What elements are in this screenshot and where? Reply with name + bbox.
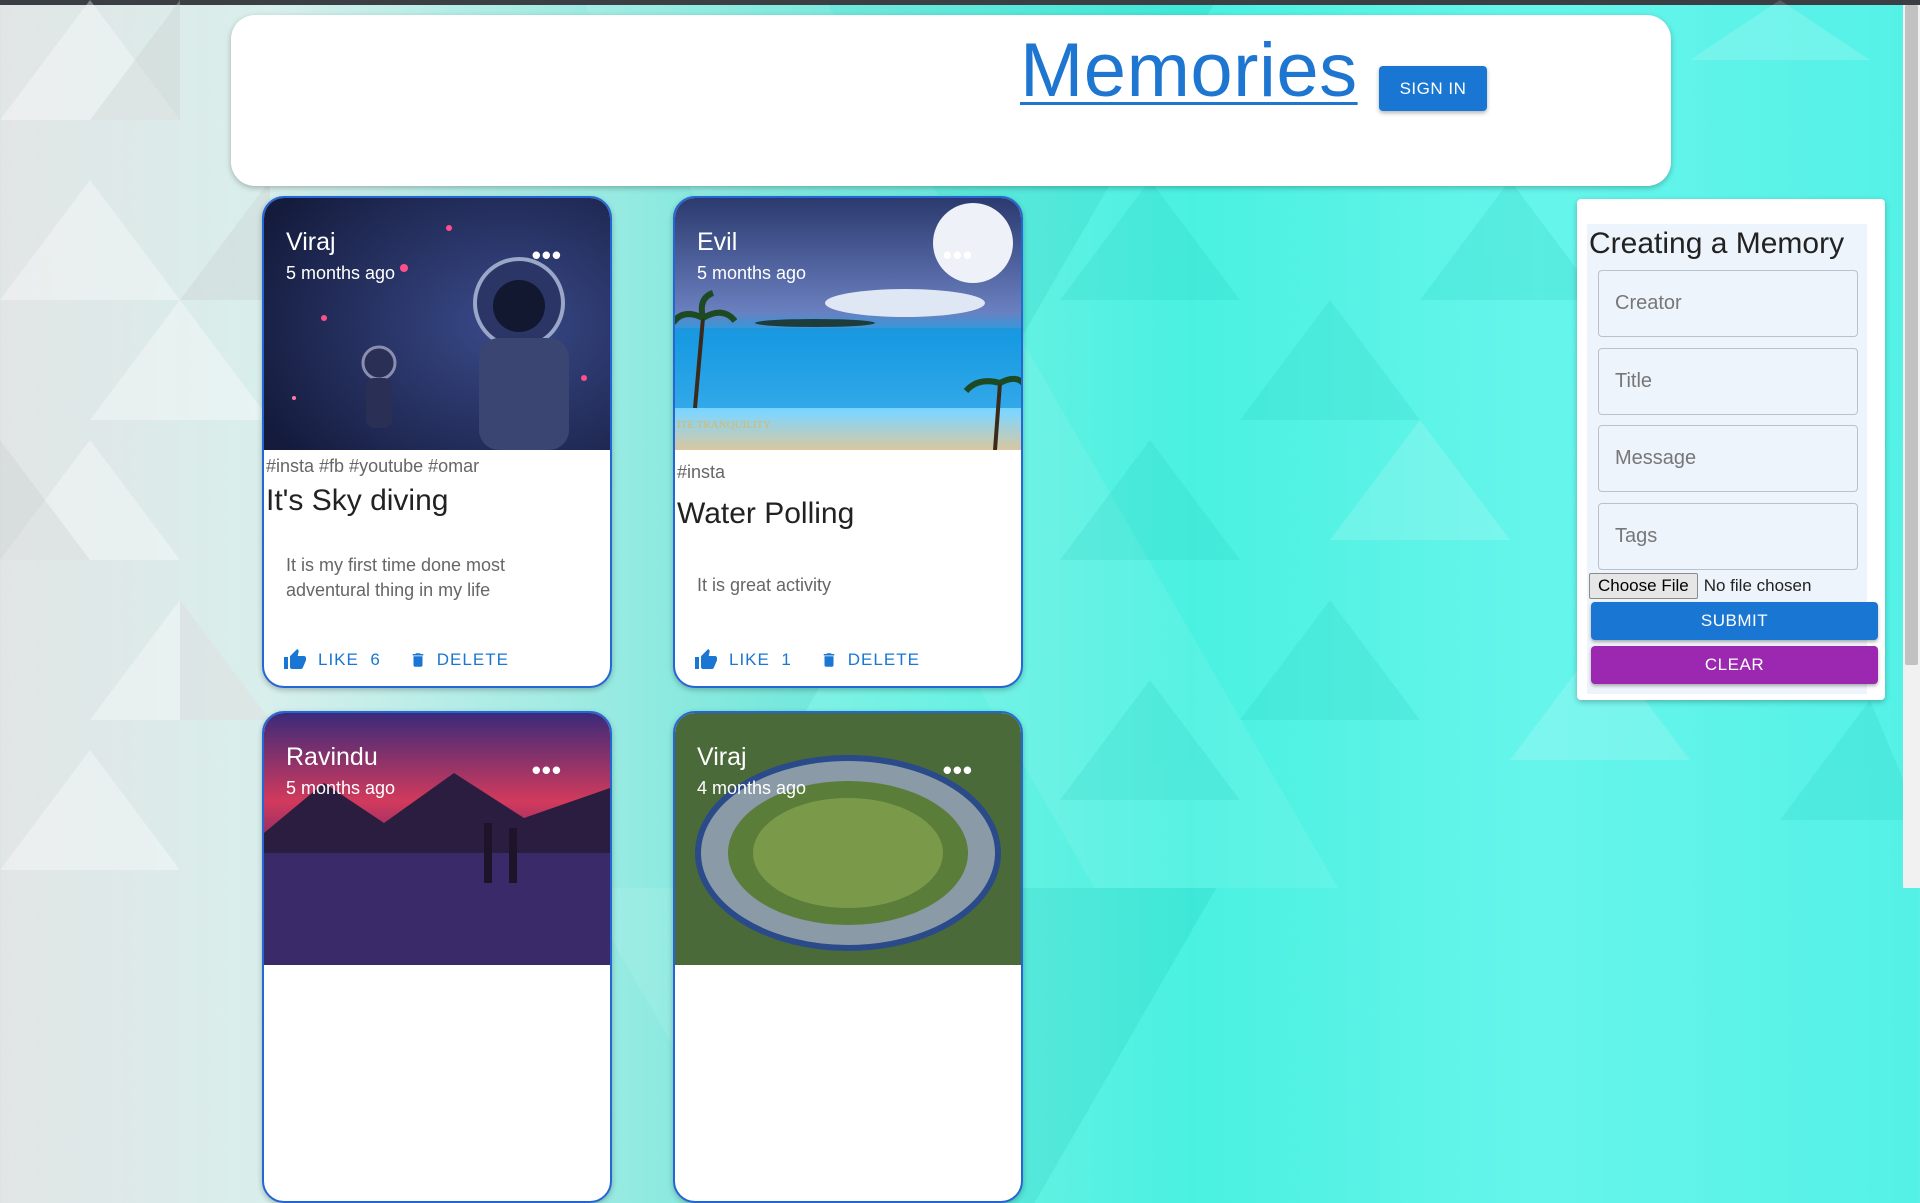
create-memory-form: Creating a Memory Choose File No file ch… (1577, 199, 1885, 700)
clear-button[interactable]: CLEAR (1591, 646, 1878, 684)
message-input[interactable] (1598, 425, 1858, 492)
like-count: 6 (370, 650, 381, 669)
post-card: Viraj 4 months ago ••• (673, 711, 1023, 1203)
delete-label: DELETE (847, 650, 920, 669)
post-title: It's Sky diving (266, 484, 449, 517)
delete-button[interactable]: DELETE (820, 649, 920, 671)
delete-label: DELETE (436, 650, 509, 669)
sign-in-button[interactable]: SIGN IN (1379, 66, 1487, 111)
post-time: 5 months ago (286, 778, 396, 798)
file-status: No file chosen (1703, 576, 1812, 595)
more-horiz-icon[interactable]: ••• (532, 240, 562, 271)
like-label: LIKE (729, 650, 770, 669)
file-picker: Choose File No file chosen (1589, 573, 1811, 599)
post-actions: LIKE 1 DELETE (693, 648, 948, 672)
post-time: 5 months ago (286, 263, 396, 283)
thumb-up-icon (695, 649, 717, 669)
more-horiz-icon[interactable]: ••• (943, 755, 973, 786)
creator-input[interactable] (1598, 270, 1858, 337)
post-tags: #insta (677, 462, 726, 482)
more-horiz-icon[interactable]: ••• (532, 755, 562, 786)
form-title: Creating a Memory (1589, 227, 1845, 260)
post-title: Water Polling (677, 497, 855, 530)
choose-file-button[interactable]: Choose File (1589, 573, 1698, 599)
image-caption: ITE TRANQUILITY (677, 419, 771, 431)
like-button[interactable]: LIKE 6 (282, 648, 381, 672)
tags-input[interactable] (1598, 503, 1858, 570)
post-card: Ravindu 5 months ago ••• (262, 711, 612, 1203)
post-creator: Viraj (697, 743, 747, 771)
post-card: ITE TRANQUILITY Evil 5 months ago ••• #i… (673, 196, 1023, 688)
app-bar: Memories SIGN IN (231, 15, 1671, 186)
like-label: LIKE (318, 650, 359, 669)
post-creator: Viraj (286, 228, 336, 256)
post-creator: Ravindu (286, 743, 378, 771)
post-creator: Evil (697, 228, 738, 256)
brand-heading[interactable]: Memories (1020, 33, 1358, 109)
browser-top-edge (0, 0, 1920, 5)
more-horiz-icon[interactable]: ••• (943, 240, 973, 271)
post-card: Viraj 5 months ago ••• #insta #fb #youtu… (262, 196, 612, 688)
title-input[interactable] (1598, 348, 1858, 415)
delete-button[interactable]: DELETE (409, 649, 509, 671)
thumb-up-icon (284, 649, 306, 669)
post-message: It is great activity (697, 575, 832, 595)
like-count: 1 (781, 650, 792, 669)
post-actions: LIKE 6 DELETE (282, 648, 537, 672)
scrollbar-thumb[interactable] (1905, 5, 1918, 665)
post-time: 4 months ago (697, 778, 807, 798)
like-button[interactable]: LIKE 1 (693, 648, 792, 672)
post-tags: #insta #fb #youtube #omar (266, 456, 480, 476)
submit-button[interactable]: SUBMIT (1591, 602, 1878, 640)
post-message: It is my first time done most adventural… (286, 555, 506, 600)
post-time: 5 months ago (697, 263, 807, 283)
trash-icon (412, 653, 424, 667)
trash-icon (823, 653, 835, 667)
